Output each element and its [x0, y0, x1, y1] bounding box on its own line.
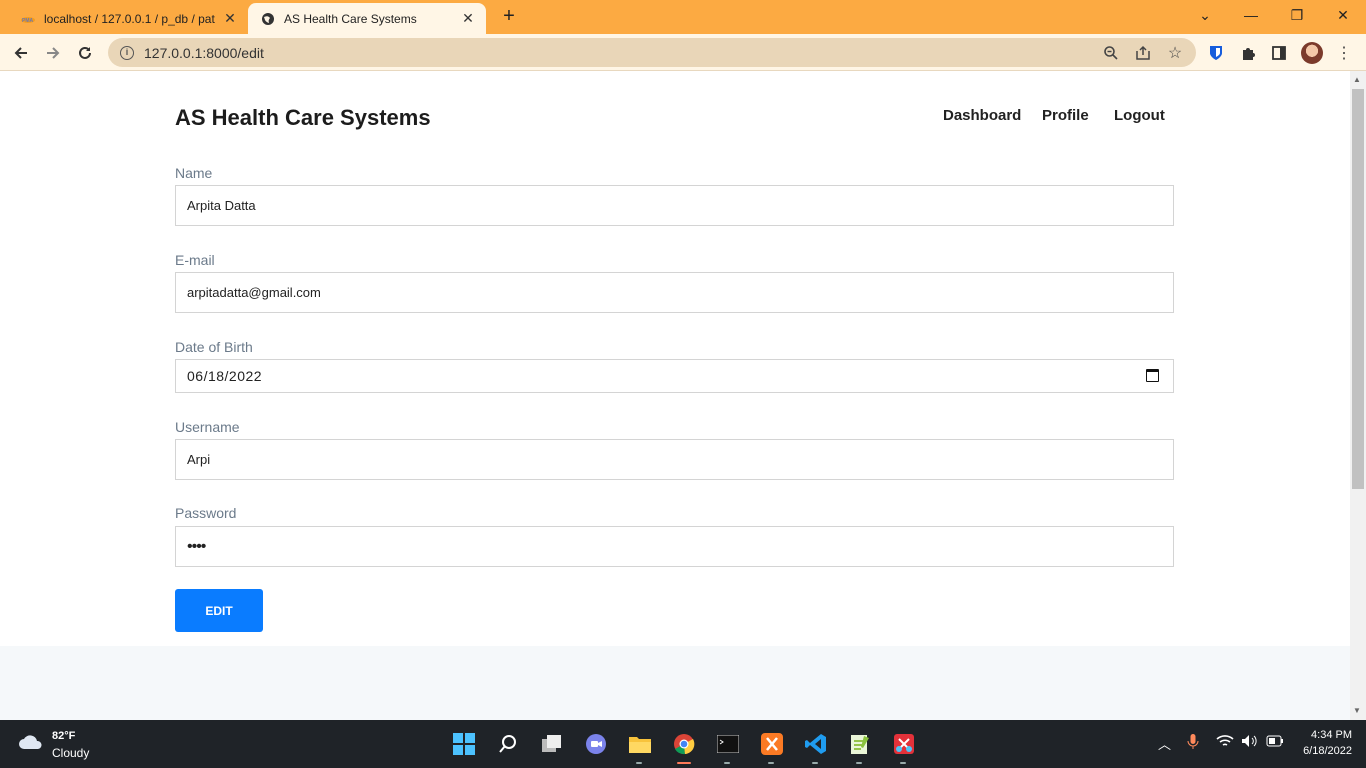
email-label: E-mail [175, 252, 215, 268]
tab-health-care[interactable]: AS Health Care Systems ✕ [248, 3, 486, 34]
scroll-down-icon[interactable]: ▼ [1353, 706, 1361, 715]
nav-profile[interactable]: Profile [1042, 107, 1089, 124]
address-bar[interactable]: i 127.0.0.1:8000/edit [108, 38, 1196, 67]
username-field[interactable] [175, 439, 1174, 480]
side-panel-icon[interactable] [1266, 40, 1292, 66]
bookmark-star-icon[interactable]: ☆ [1162, 40, 1188, 66]
back-button[interactable] [8, 40, 34, 66]
weather-temperature[interactable]: 82°F [52, 730, 75, 742]
tab-title: AS Health Care Systems [284, 11, 417, 26]
forward-button[interactable] [40, 40, 66, 66]
globe-icon [260, 11, 276, 27]
reload-button[interactable] [72, 40, 98, 66]
name-label: Name [175, 165, 213, 181]
site-info-icon[interactable]: i [120, 45, 134, 60]
browser-tabbar: PMA localhost / 127.0.0.1 / p_db / pat ✕… [0, 0, 1366, 34]
email-field[interactable] [175, 272, 1174, 313]
close-window-button[interactable]: ✕ [1320, 4, 1366, 26]
running-indicator [768, 762, 774, 764]
dob-field[interactable]: 06/18/2022 [175, 359, 1174, 393]
running-indicator [900, 762, 906, 764]
dob-label: Date of Birth [175, 339, 253, 355]
scrollbar-thumb[interactable] [1352, 89, 1364, 489]
cloud-icon[interactable] [18, 732, 44, 750]
close-icon[interactable]: ✕ [456, 10, 480, 27]
url-text: 127.0.0.1:8000/edit [144, 44, 264, 61]
bitwarden-extension-icon[interactable] [1203, 40, 1229, 66]
username-label: Username [175, 419, 240, 435]
profile-avatar[interactable] [1301, 42, 1323, 64]
minimize-button[interactable]: — [1228, 4, 1274, 26]
zoom-icon[interactable] [1098, 40, 1124, 66]
edit-button[interactable]: EDIT [175, 589, 263, 632]
os-taskbar: 82°F Cloudy ︿ 4:34 PM 6/18/2022 [0, 720, 1366, 768]
xampp-icon[interactable] [758, 730, 786, 764]
tab-title: localhost / 127.0.0.1 / p_db / pat [44, 11, 215, 26]
terminal-icon[interactable] [714, 730, 742, 764]
wifi-icon[interactable] [1216, 734, 1234, 751]
volume-icon[interactable] [1241, 734, 1259, 751]
clock-time: 4:34 PM [1311, 729, 1352, 741]
calendar-icon[interactable] [1146, 369, 1159, 382]
running-indicator [677, 762, 691, 764]
nav-logout[interactable]: Logout [1114, 107, 1165, 124]
snipping-tool-icon[interactable] [890, 730, 918, 764]
chrome-icon[interactable] [670, 730, 698, 764]
task-view-icon[interactable] [538, 730, 566, 758]
extensions-puzzle-icon[interactable] [1235, 40, 1261, 66]
share-icon[interactable] [1130, 40, 1156, 66]
system-clock[interactable]: 4:34 PM 6/18/2022 [1290, 729, 1352, 757]
site-brand[interactable]: AS Health Care Systems [175, 105, 431, 131]
browser-menu-icon[interactable]: ⋮ [1331, 40, 1357, 66]
dob-value: 06/18/2022 [187, 368, 263, 384]
page-footer-area [0, 646, 1350, 720]
running-indicator [636, 762, 642, 764]
browser-toolbar: i 127.0.0.1:8000/edit ☆ ⋮ [0, 34, 1366, 71]
restore-button[interactable]: ❐ [1274, 4, 1320, 26]
windows-start-icon[interactable] [450, 730, 478, 758]
phpmyadmin-icon: PMA [20, 11, 36, 27]
name-field[interactable] [175, 185, 1174, 226]
page-content: AS Health Care Systems Dashboard Profile… [0, 71, 1350, 720]
password-field[interactable]: •••• [175, 526, 1174, 567]
running-indicator [812, 762, 818, 764]
tab-search-icon[interactable]: ⌄ [1182, 4, 1228, 26]
battery-icon[interactable] [1266, 734, 1284, 751]
search-icon[interactable] [494, 730, 522, 758]
running-indicator [856, 762, 862, 764]
svg-text:PMA: PMA [22, 18, 34, 24]
file-explorer-icon[interactable] [626, 730, 654, 764]
running-indicator [724, 762, 730, 764]
scroll-up-icon[interactable]: ▲ [1353, 75, 1361, 84]
notepad-plus-icon[interactable] [846, 730, 874, 764]
page-scrollbar[interactable]: ▲ ▼ [1350, 71, 1366, 720]
clock-date: 6/18/2022 [1303, 745, 1352, 757]
close-icon[interactable]: ✕ [218, 10, 242, 27]
show-hidden-icons-chevron-icon[interactable]: ︿ [1158, 734, 1171, 753]
password-label: Password [175, 505, 237, 521]
vscode-icon[interactable] [802, 730, 830, 764]
new-tab-button[interactable]: + [498, 6, 520, 28]
nav-dashboard[interactable]: Dashboard [943, 107, 1021, 124]
tab-phpmyadmin[interactable]: PMA localhost / 127.0.0.1 / p_db / pat ✕ [8, 3, 248, 34]
microphone-icon[interactable] [1187, 734, 1199, 753]
teams-chat-icon[interactable] [582, 730, 610, 758]
weather-condition[interactable]: Cloudy [52, 746, 89, 760]
